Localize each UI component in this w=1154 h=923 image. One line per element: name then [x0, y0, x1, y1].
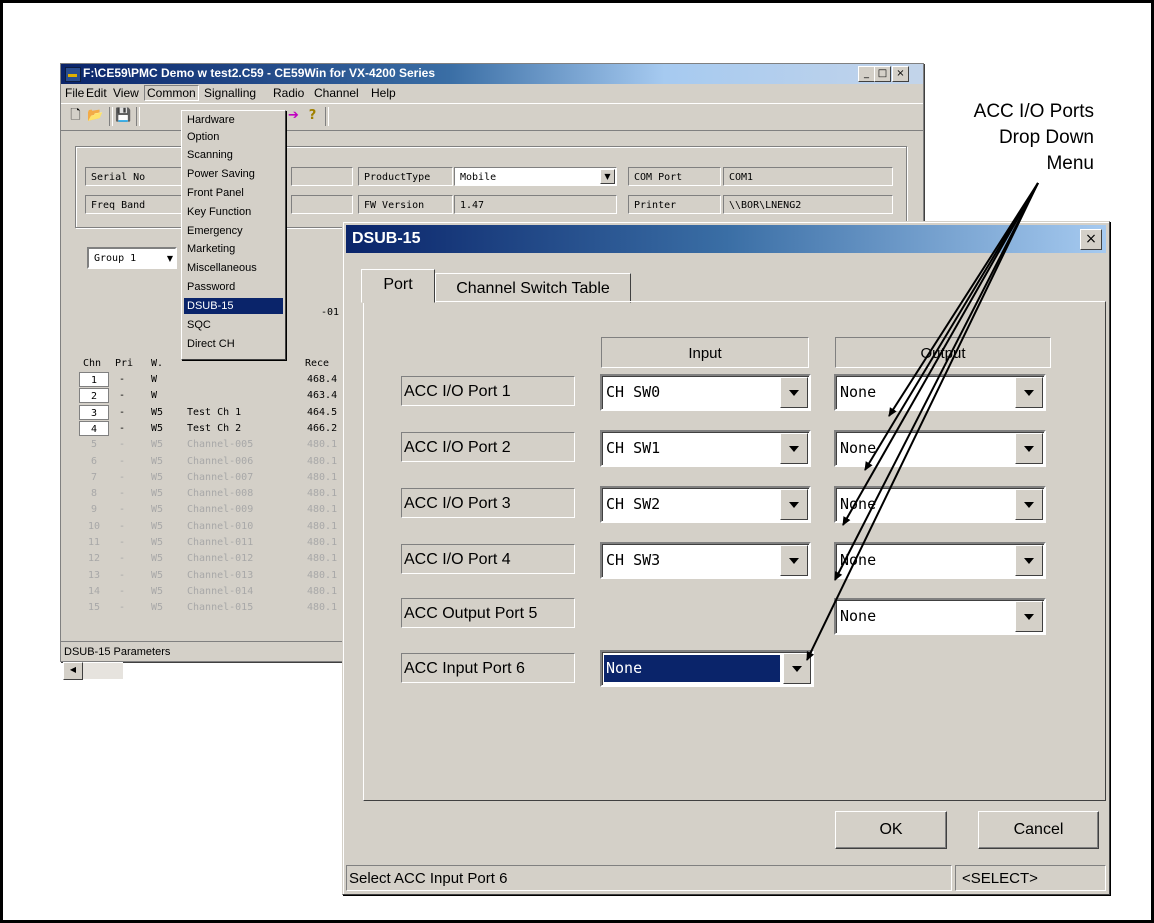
arrow-to-input-port-6	[806, 182, 1039, 661]
callout-arrows	[806, 182, 1039, 661]
figure-frame: F:\CE59\PMC Demo w test2.C59 - CE59Win f…	[0, 0, 1154, 923]
arrow-to-output-port-2	[864, 182, 1039, 471]
arrow-to-output-port-4	[834, 182, 1039, 581]
arrow-to-output-port-3	[842, 182, 1039, 526]
tab-port[interactable]: Port	[361, 269, 435, 303]
arrow-to-output-port-1	[888, 182, 1039, 417]
